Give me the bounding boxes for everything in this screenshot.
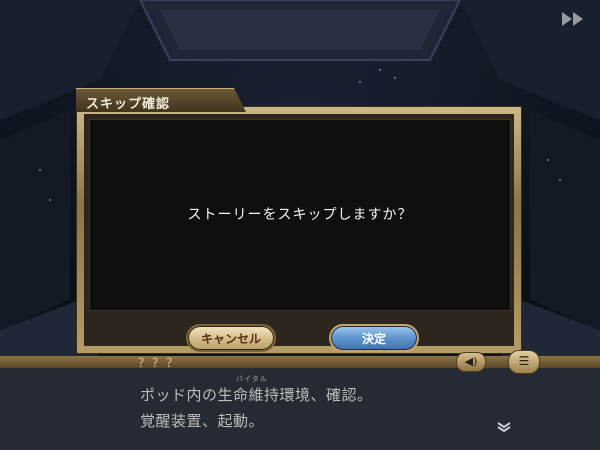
speaker-icon: ◀) bbox=[464, 355, 478, 368]
dialogue-line-2: 覚醒装置、起動。 bbox=[140, 412, 265, 430]
message-window: ？？？ ◀) ☰ バイタル ポッド内の生命維持環境、確認。 覚醒装置、起動。 bbox=[0, 350, 600, 450]
dialog-body: ストーリーをスキップしますか？ bbox=[89, 119, 511, 311]
log-icon: ☰ bbox=[518, 354, 530, 368]
cancel-button[interactable]: キャンセル bbox=[186, 324, 276, 352]
chevron-down-icon bbox=[497, 422, 511, 433]
speaker-name: ？？？ bbox=[138, 356, 181, 370]
confirm-button[interactable]: 決定 bbox=[329, 324, 419, 352]
skip-confirm-dialog: ストーリーをスキップしますか？ キャンセル 決定 スキップ確認 bbox=[76, 88, 522, 354]
dialog-title: スキップ確認 bbox=[86, 97, 171, 112]
voice-button[interactable]: ◀) bbox=[456, 352, 486, 372]
dialog-frame: ストーリーをスキップしますか？ キャンセル 決定 bbox=[76, 106, 522, 354]
dialogue-line-1: ポッド内の生命維持環境、確認。 bbox=[140, 386, 373, 404]
log-button[interactable]: ☰ bbox=[508, 350, 540, 374]
dialog-message: ストーリーをスキップしますか？ bbox=[187, 207, 413, 223]
next-page-button[interactable] bbox=[496, 418, 512, 433]
dialog-inner: ストーリーをスキップしますか？ キャンセル 決定 bbox=[84, 114, 514, 352]
dialog-title-tab: スキップ確認 bbox=[76, 88, 246, 112]
ruby-annotation: バイタル bbox=[236, 375, 268, 383]
